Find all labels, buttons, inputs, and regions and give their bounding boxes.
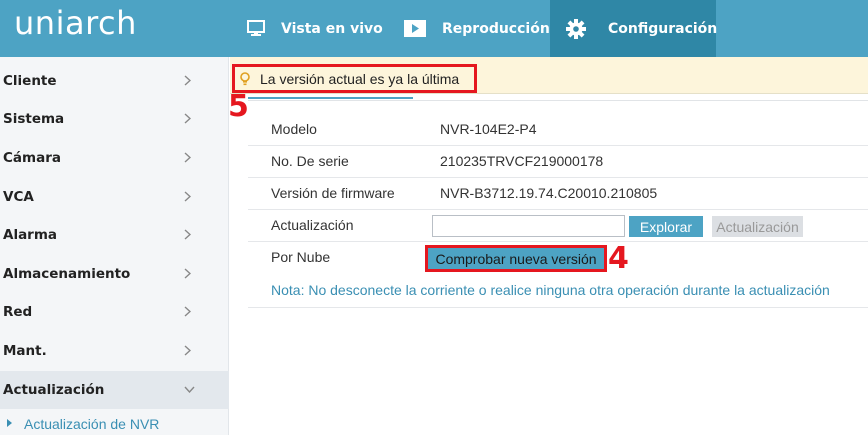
sidebar-item-sistema[interactable]: Sistema (0, 100, 229, 138)
sidebar-item-label: Cámara (3, 150, 61, 166)
sidebar-item-mant[interactable]: Mant. (0, 332, 229, 370)
sidebar: Cliente Sistema Cámara VCA Alarma Almace… (0, 57, 229, 435)
model-value: NVR-104E2-P4 (440, 121, 537, 137)
update-note: Nota: No desconecte la corriente o reali… (271, 282, 830, 298)
sidebar-subitem-label: Actualización de NVR (24, 415, 160, 432)
nav-playback[interactable]: Reproducción (404, 0, 550, 57)
annotation-highlight-box: La versión actual es ya la última (232, 64, 477, 93)
firmware-value: NVR-B3712.19.74.C20010.210805 (440, 185, 658, 201)
sidebar-item-label: Red (3, 304, 33, 320)
chevron-right-icon (184, 152, 191, 163)
sidebar-item-label: VCA (3, 189, 34, 205)
divider (248, 307, 868, 308)
lightbulb-icon (240, 71, 250, 86)
browse-button[interactable]: Explorar (629, 216, 703, 237)
serial-value: 210235TRVCF219000178 (440, 153, 604, 169)
top-header: uniarch Vista en vivo Reproducción Confi… (0, 0, 868, 57)
nav-playback-label: Reproducción (442, 20, 550, 37)
monitor-icon (247, 20, 265, 37)
sidebar-item-cliente[interactable]: Cliente (0, 62, 229, 100)
sidebar-item-label: Sistema (3, 111, 65, 127)
active-tab-indicator (248, 97, 413, 99)
row-firmware: Versión de firmware NVR-B3712.19.74.C200… (248, 178, 868, 210)
sidebar-item-label: Actualización (3, 382, 105, 398)
sidebar-item-almacenamiento[interactable]: Almacenamiento (0, 255, 229, 293)
nav-live-view-label: Vista en vivo (281, 20, 383, 37)
tab-divider (248, 100, 868, 101)
notice-text: La versión actual es ya la última (260, 70, 460, 87)
gear-icon (566, 18, 586, 39)
update-file-input[interactable] (432, 215, 625, 237)
row-model: Modelo NVR-104E2-P4 (248, 114, 868, 146)
sidebar-item-camara[interactable]: Cámara (0, 139, 229, 177)
play-icon (404, 20, 426, 37)
annotation-step-4: 4 (608, 241, 629, 276)
chevron-down-icon (184, 386, 195, 393)
nav-configuration[interactable]: Configuración (550, 0, 718, 57)
annotation-step-5: 5 (228, 89, 249, 124)
sidebar-subitem-nvr-update[interactable]: Actualización de NVR (0, 412, 229, 435)
update-button[interactable]: Actualización (712, 216, 803, 237)
chevron-right-icon (184, 268, 191, 279)
cloud-label: Por Nube (271, 249, 331, 265)
notice-bar: La versión actual es ya la última (230, 57, 868, 94)
chevron-right-icon (184, 306, 191, 317)
sidebar-item-actualizacion[interactable]: Actualización (0, 371, 229, 409)
update-label: Actualización (271, 217, 354, 233)
logo: uniarch (14, 4, 137, 42)
triangle-right-icon (7, 419, 12, 427)
check-new-version-button[interactable]: Comprobar nueva versión (428, 248, 604, 269)
sidebar-item-label: Cliente (3, 73, 57, 89)
chevron-right-icon (184, 113, 191, 124)
chevron-right-icon (184, 229, 191, 240)
nav-live-view[interactable]: Vista en vivo (247, 0, 383, 57)
serial-label: No. De serie (271, 153, 349, 169)
sidebar-item-red[interactable]: Red (0, 293, 229, 331)
chevron-right-icon (184, 345, 191, 356)
sidebar-item-label: Alarma (3, 227, 58, 243)
firmware-label: Versión de firmware (271, 185, 395, 201)
sidebar-item-label: Mant. (3, 343, 47, 359)
sidebar-item-label: Almacenamiento (3, 266, 131, 282)
row-serial: No. De serie 210235TRVCF219000178 (248, 146, 868, 178)
model-label: Modelo (271, 121, 317, 137)
sidebar-item-vca[interactable]: VCA (0, 178, 229, 216)
nav-configuration-label: Configuración (608, 20, 718, 37)
chevron-right-icon (184, 191, 191, 202)
sidebar-item-alarma[interactable]: Alarma (0, 216, 229, 254)
chevron-right-icon (184, 75, 191, 86)
